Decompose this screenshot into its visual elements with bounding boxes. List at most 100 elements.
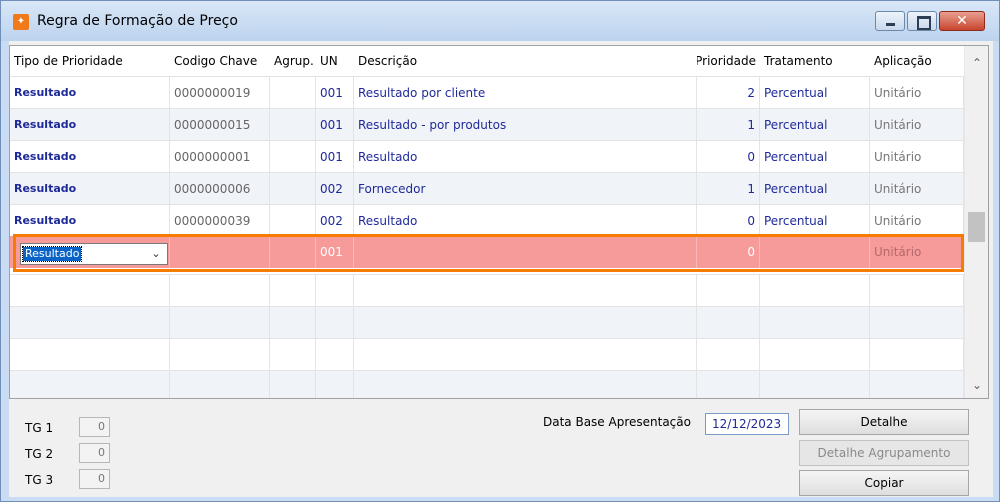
header-un[interactable]: UN xyxy=(316,46,354,76)
cell-un[interactable]: 002 xyxy=(316,173,354,204)
empty-cell[interactable] xyxy=(697,371,760,398)
empty-row[interactable] xyxy=(10,338,964,370)
empty-cell[interactable] xyxy=(760,339,870,370)
cell-un[interactable]: 002 xyxy=(316,205,354,236)
cell-descricao[interactable]: Resultado - por produtos xyxy=(354,109,697,140)
cell-descricao[interactable]: Resultado por cliente xyxy=(354,77,697,108)
empty-cell[interactable] xyxy=(270,275,316,306)
empty-cell[interactable] xyxy=(316,371,354,398)
cell-tipo[interactable]: Resultado xyxy=(10,109,170,140)
cell-tipo[interactable]: Resultado xyxy=(10,173,170,204)
cell-tratamento[interactable]: Percentual xyxy=(760,205,870,236)
empty-cell[interactable] xyxy=(870,275,964,306)
scroll-up-icon[interactable]: ⌃ xyxy=(965,52,988,74)
header-aplicacao[interactable]: Aplicação xyxy=(870,46,964,76)
empty-cell[interactable] xyxy=(760,307,870,338)
close-button[interactable]: ✕ xyxy=(939,11,985,31)
empty-cell[interactable] xyxy=(354,371,697,398)
copiar-button[interactable]: Copiar xyxy=(799,470,969,496)
empty-cell[interactable] xyxy=(316,275,354,306)
cell-aplicacao[interactable]: Unitário xyxy=(870,173,964,204)
cell-codigo[interactable]: 0000000015 xyxy=(170,109,270,140)
empty-cell[interactable] xyxy=(270,339,316,370)
empty-cell[interactable] xyxy=(10,339,170,370)
scroll-down-icon[interactable]: ⌄ xyxy=(965,374,988,396)
cell-tipo[interactable]: Resultado xyxy=(10,205,170,236)
empty-cell[interactable] xyxy=(170,339,270,370)
header-tratamento[interactable]: Tratamento xyxy=(760,46,870,76)
empty-row[interactable] xyxy=(10,306,964,338)
cell-aplicacao[interactable]: Unitário xyxy=(870,141,964,172)
active-cell-tratamento[interactable] xyxy=(760,236,870,268)
maximize-button[interactable] xyxy=(907,11,937,31)
active-cell-agrup[interactable] xyxy=(270,236,316,268)
empty-cell[interactable] xyxy=(10,275,170,306)
cell-aplicacao[interactable]: Unitário xyxy=(870,77,964,108)
header-prioridade[interactable]: Prioridade xyxy=(697,46,760,76)
empty-cell[interactable] xyxy=(870,339,964,370)
cell-codigo[interactable]: 0000000006 xyxy=(170,173,270,204)
minimize-button[interactable] xyxy=(875,11,905,31)
active-cell-aplicacao[interactable]: Unitário xyxy=(870,236,964,268)
cell-descricao[interactable]: Fornecedor xyxy=(354,173,697,204)
active-cell-un[interactable]: 001 xyxy=(316,236,354,268)
cell-prioridade[interactable]: 0 xyxy=(697,141,760,172)
header-descricao[interactable]: Descrição xyxy=(354,46,697,76)
empty-row[interactable] xyxy=(10,370,964,398)
empty-cell[interactable] xyxy=(697,307,760,338)
cell-tipo[interactable]: Resultado xyxy=(10,141,170,172)
header-tipo-prioridade[interactable]: Tipo de Prioridade xyxy=(10,46,170,76)
cell-aplicacao[interactable]: Unitário xyxy=(870,109,964,140)
cell-tratamento[interactable]: Percentual xyxy=(760,141,870,172)
cell-tipo[interactable]: Resultado xyxy=(10,77,170,108)
empty-cell[interactable] xyxy=(170,371,270,398)
cell-codigo[interactable]: 0000000001 xyxy=(170,141,270,172)
cell-descricao[interactable]: Resultado xyxy=(354,141,697,172)
data-base-input[interactable]: 12/12/2023 xyxy=(705,413,789,435)
cell-prioridade[interactable]: 2 xyxy=(697,77,760,108)
header-agrup[interactable]: Agrup. xyxy=(270,46,316,76)
chevron-down-icon[interactable]: ⌄ xyxy=(149,247,163,261)
empty-cell[interactable] xyxy=(270,371,316,398)
cell-descricao[interactable]: Resultado xyxy=(354,205,697,236)
cell-un[interactable]: 001 xyxy=(316,77,354,108)
empty-cell[interactable] xyxy=(697,339,760,370)
scrollbar-thumb[interactable] xyxy=(968,212,985,242)
table-row[interactable]: Resultado 0000000001 001 Resultado 0 Percentu… xyxy=(10,140,964,172)
empty-cell[interactable] xyxy=(354,307,697,338)
cell-prioridade[interactable]: 1 xyxy=(697,109,760,140)
empty-cell[interactable] xyxy=(760,275,870,306)
cell-codigo[interactable]: 0000000019 xyxy=(170,77,270,108)
cell-agrup[interactable] xyxy=(270,205,316,236)
empty-cell[interactable] xyxy=(870,307,964,338)
cell-prioridade[interactable]: 0 xyxy=(697,205,760,236)
empty-cell[interactable] xyxy=(170,275,270,306)
empty-row[interactable] xyxy=(10,274,964,306)
table-row[interactable]: Resultado 0000000039 002 Resultado 0 Percentu… xyxy=(10,204,964,236)
active-cell-prioridade[interactable]: 0 xyxy=(697,236,760,268)
cell-un[interactable]: 001 xyxy=(316,109,354,140)
empty-cell[interactable] xyxy=(316,339,354,370)
detalhe-button[interactable]: Detalhe xyxy=(799,409,969,435)
cell-tratamento[interactable]: Percentual xyxy=(760,77,870,108)
empty-cell[interactable] xyxy=(10,307,170,338)
active-cell-descricao[interactable] xyxy=(354,236,697,268)
table-row[interactable]: Resultado 0000000015 001 Resultado - por pr… xyxy=(10,108,964,140)
empty-cell[interactable] xyxy=(870,371,964,398)
cell-aplicacao[interactable]: Unitário xyxy=(870,205,964,236)
cell-tratamento[interactable]: Percentual xyxy=(760,173,870,204)
cell-agrup[interactable] xyxy=(270,141,316,172)
tipo-prioridade-dropdown[interactable]: Resultado ⌄ xyxy=(20,243,168,265)
title-bar[interactable]: ✦ Regra de Formação de Preço ✕ xyxy=(1,1,999,41)
empty-cell[interactable] xyxy=(270,307,316,338)
cell-tratamento[interactable]: Percentual xyxy=(760,109,870,140)
cell-codigo[interactable]: 0000000039 xyxy=(170,205,270,236)
empty-cell[interactable] xyxy=(697,275,760,306)
cell-agrup[interactable] xyxy=(270,109,316,140)
header-codigo-chave[interactable]: Codigo Chave xyxy=(170,46,270,76)
detalhe-agrupamento-button[interactable]: Detalhe Agrupamento xyxy=(799,440,969,466)
empty-cell[interactable] xyxy=(354,339,697,370)
vertical-scrollbar[interactable]: ⌃ ⌄ xyxy=(964,46,988,398)
active-cell-codigo[interactable] xyxy=(170,236,270,268)
cell-agrup[interactable] xyxy=(270,173,316,204)
